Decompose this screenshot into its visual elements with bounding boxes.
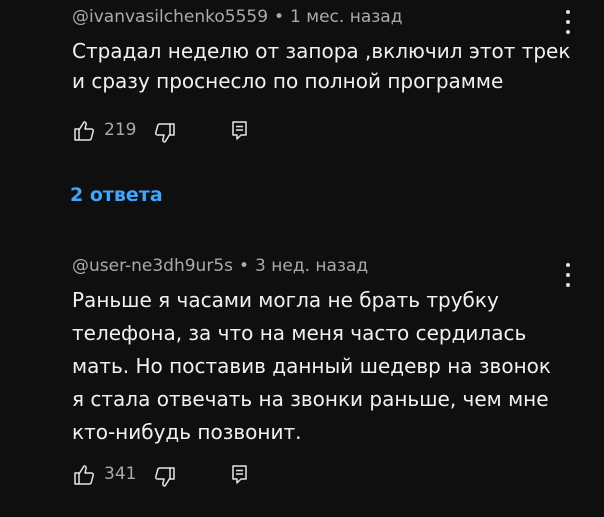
comment-meta: @user-ne3dh9ur5s • 3 нед. назад <box>72 256 368 276</box>
like-count: 219 <box>104 120 137 140</box>
meta-separator: • <box>274 7 285 27</box>
comment-text-line: я стала отвечать на звонки раньше, чем м… <box>72 387 549 411</box>
reply-icon[interactable] <box>230 120 250 142</box>
thumb-down-icon[interactable] <box>153 465 177 489</box>
comment-actions: 219 <box>72 118 292 144</box>
thumb-down-icon[interactable] <box>153 121 177 145</box>
meta-separator: • <box>239 256 250 276</box>
comment-text-line: и сразу проснесло по полной программе <box>72 69 504 93</box>
comment-author[interactable]: @user-ne3dh9ur5s <box>72 256 233 276</box>
comment-author[interactable]: @ivanvasilchenko5559 <box>72 7 268 27</box>
comment-text: Раньше я часами могла не брать трубку те… <box>72 284 572 449</box>
comment-text-line: Раньше я часами могла не брать трубку <box>72 288 499 312</box>
thumb-up-icon[interactable] <box>72 463 96 487</box>
comment-text-line: кто-нибудь позвонит. <box>72 420 302 444</box>
like-count: 341 <box>104 464 137 484</box>
comment-text: Страдал неделю от запора ,включил этот т… <box>72 36 572 96</box>
comment-time[interactable]: 1 мес. назад <box>290 7 402 27</box>
reply-icon[interactable] <box>230 464 250 486</box>
comment-meta: @ivanvasilchenko5559 • 1 мес. назад <box>72 7 402 27</box>
comment-text-line: Страдал неделю от запора ,включил этот т… <box>72 39 571 63</box>
more-vert-icon[interactable] <box>561 10 575 34</box>
thumb-up-icon[interactable] <box>72 119 96 143</box>
view-replies-button[interactable]: 2 ответа <box>70 184 163 206</box>
comment-text-line: мать. Но поставив данный шедевр на звоно… <box>72 354 551 378</box>
comment-actions: 341 <box>72 462 292 488</box>
comment-text-line: телефона, за что на меня часто сердилась <box>72 321 527 345</box>
comment-time[interactable]: 3 нед. назад <box>255 256 368 276</box>
